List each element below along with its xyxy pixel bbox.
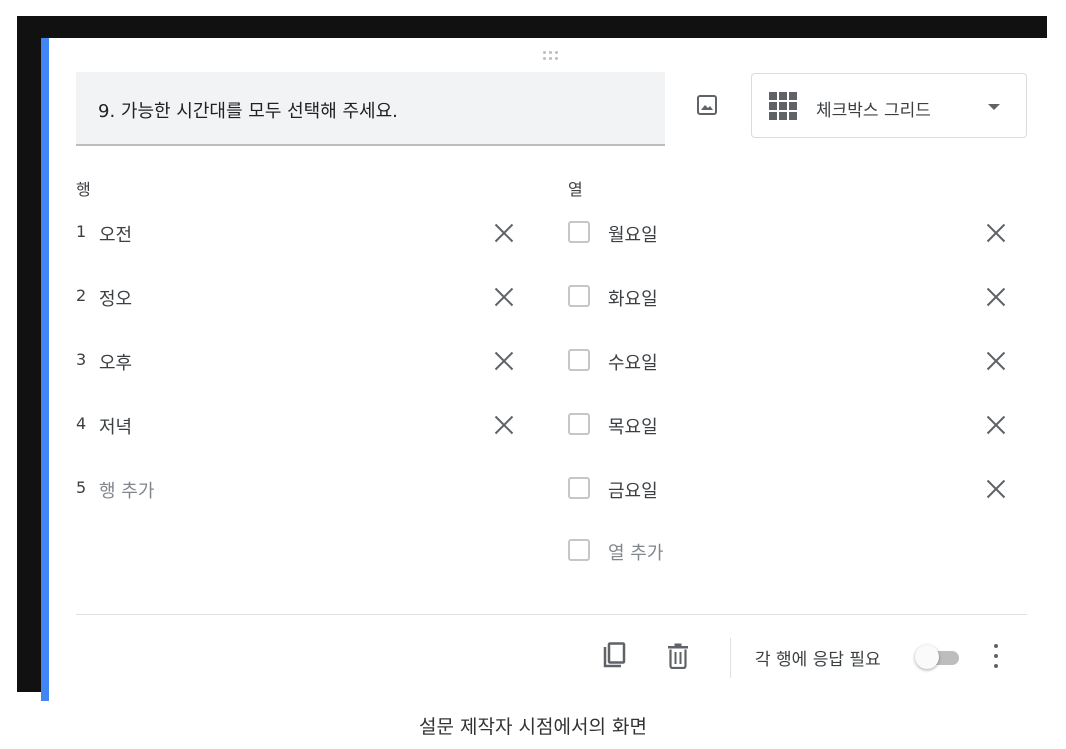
remove-row-4-icon[interactable] <box>494 415 514 435</box>
add-row-input[interactable]: 행 추가 <box>99 477 154 503</box>
remove-column-4-icon[interactable] <box>986 415 1006 435</box>
active-question-indicator <box>41 38 49 701</box>
rows-header: 행 <box>76 180 91 199</box>
column-item[interactable]: 금요일 <box>568 475 1028 505</box>
footer-vertical-divider <box>730 638 731 678</box>
column-label[interactable]: 목요일 <box>608 413 658 439</box>
checkbox-icon <box>568 539 590 561</box>
row-label[interactable]: 오후 <box>99 349 132 375</box>
screenshot-frame: 9. 가능한 시간대를 모두 선택해 주세요. 체크박스 그리드 행 1 오전 <box>17 16 1055 701</box>
row-number: 1 <box>76 222 87 241</box>
grid-icon <box>769 92 797 120</box>
column-item[interactable]: 목요일 <box>568 411 1028 441</box>
checkbox-icon <box>568 477 590 499</box>
remove-column-3-icon[interactable] <box>986 351 1006 371</box>
row-item[interactable]: 2 정오 <box>76 281 526 311</box>
question-card: 9. 가능한 시간대를 모두 선택해 주세요. 체크박스 그리드 행 1 오전 <box>41 38 1055 701</box>
row-item[interactable]: 1 오전 <box>76 217 526 247</box>
add-column-input[interactable]: 열 추가 <box>608 539 663 565</box>
row-number: 5 <box>76 478 87 497</box>
question-type-dropdown[interactable]: 체크박스 그리드 <box>751 73 1027 138</box>
remove-row-3-icon[interactable] <box>494 351 514 371</box>
footer-divider <box>76 614 1027 615</box>
column-label[interactable]: 화요일 <box>608 285 658 311</box>
add-image-icon[interactable] <box>695 93 719 117</box>
checkbox-icon <box>568 413 590 435</box>
trash-icon[interactable] <box>667 643 689 670</box>
question-title-field[interactable]: 9. 가능한 시간대를 모두 선택해 주세요. <box>76 72 665 146</box>
columns-header: 열 <box>568 180 583 199</box>
row-item[interactable]: 4 저녁 <box>76 409 526 439</box>
column-item[interactable]: 화요일 <box>568 283 1028 313</box>
column-label[interactable]: 월요일 <box>608 221 658 247</box>
toggle-knob <box>915 645 939 669</box>
remove-column-1-icon[interactable] <box>986 223 1006 243</box>
column-label[interactable]: 수요일 <box>608 349 658 375</box>
drag-handle-icon[interactable] <box>538 48 562 62</box>
add-row-item[interactable]: 5 행 추가 <box>76 473 526 503</box>
chevron-down-icon <box>988 104 1000 110</box>
row-number: 2 <box>76 286 87 305</box>
remove-row-2-icon[interactable] <box>494 287 514 307</box>
column-label[interactable]: 금요일 <box>608 477 658 503</box>
question-type-label: 체크박스 그리드 <box>816 101 931 121</box>
row-label[interactable]: 오전 <box>99 221 132 247</box>
column-item[interactable]: 월요일 <box>568 219 1028 249</box>
required-label: 각 행에 응답 필요 <box>755 650 881 670</box>
row-item[interactable]: 3 오후 <box>76 345 526 375</box>
checkbox-icon <box>568 349 590 371</box>
more-options-icon[interactable] <box>992 644 1000 668</box>
remove-row-1-icon[interactable] <box>494 223 514 243</box>
row-number: 3 <box>76 350 87 369</box>
figure-caption: 설문 제작자 시점에서의 화면 <box>419 716 647 738</box>
remove-column-2-icon[interactable] <box>986 287 1006 307</box>
required-toggle[interactable] <box>913 644 965 670</box>
row-label[interactable]: 정오 <box>99 285 132 311</box>
checkbox-icon <box>568 221 590 243</box>
row-number: 4 <box>76 414 87 433</box>
column-item[interactable]: 수요일 <box>568 347 1028 377</box>
remove-column-5-icon[interactable] <box>986 479 1006 499</box>
duplicate-icon[interactable] <box>601 642 627 672</box>
row-label[interactable]: 저녁 <box>99 413 132 439</box>
checkbox-icon <box>568 285 590 307</box>
question-title-text: 9. 가능한 시간대를 모두 선택해 주세요. <box>98 101 398 122</box>
add-column-item[interactable]: 열 추가 <box>568 537 1028 567</box>
